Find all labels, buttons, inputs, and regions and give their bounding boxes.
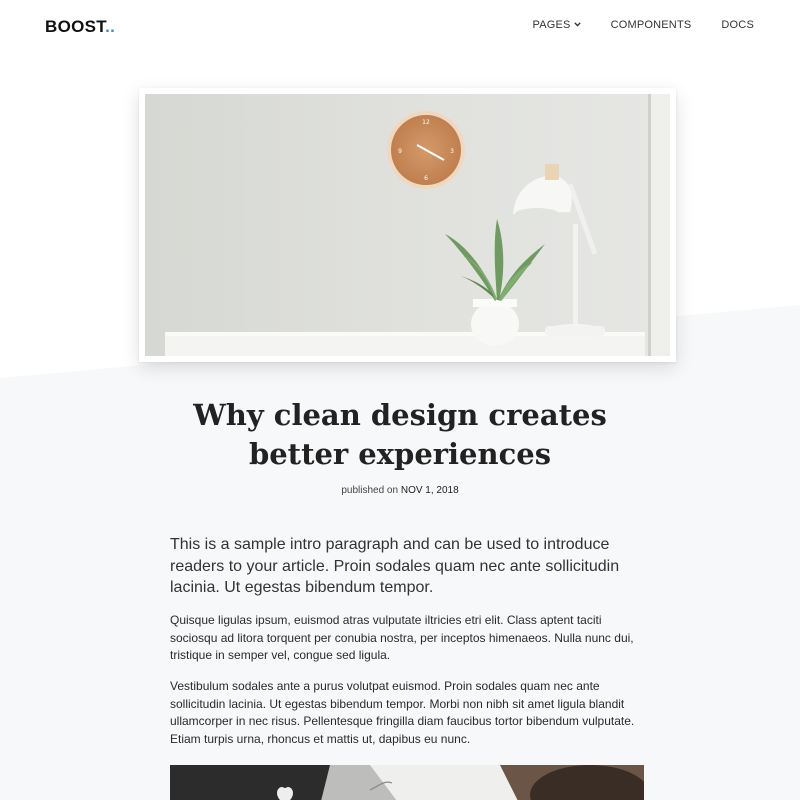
svg-text:3: 3 bbox=[450, 148, 454, 155]
brand-text: BOOST bbox=[45, 17, 106, 36]
article-paragraph: Vestibulum sodales ante a purus volutpat… bbox=[170, 679, 635, 746]
svg-text:9: 9 bbox=[398, 148, 402, 155]
meta-prefix: published on bbox=[341, 485, 399, 496]
svg-text:6: 6 bbox=[424, 175, 428, 182]
svg-text:12: 12 bbox=[422, 119, 430, 126]
chevron-down-icon bbox=[573, 21, 581, 29]
brand-logo[interactable]: BOOST.. bbox=[45, 17, 115, 37]
article-photo-laptop bbox=[170, 765, 644, 800]
article-paragraph: Quisque ligulas ipsum, euismod atras vul… bbox=[170, 613, 634, 662]
hero-photo: 12 3 6 9 bbox=[145, 94, 670, 356]
nav-link-docs[interactable]: DOCS bbox=[721, 19, 754, 31]
article-intro: This is a sample intro paragraph and can… bbox=[170, 536, 620, 596]
top-navbar: BOOST.. PAGES COMPONENTS DOCS bbox=[0, 0, 800, 56]
meta-date: NOV 1, 2018 bbox=[400, 485, 459, 496]
apple-logo-icon bbox=[277, 787, 293, 800]
brand-dots: .. bbox=[105, 17, 116, 36]
article-meta: published on NOV 1, 2018 bbox=[0, 485, 800, 496]
nav-links: PAGES COMPONENTS DOCS bbox=[532, 19, 754, 31]
nav-link-components[interactable]: COMPONENTS bbox=[611, 19, 692, 31]
nav-link-pages-label: PAGES bbox=[532, 19, 571, 31]
article-title: Why clean design creates better experien… bbox=[193, 398, 607, 471]
nav-link-docs-label: DOCS bbox=[721, 19, 754, 31]
nav-link-components-label: COMPONENTS bbox=[610, 19, 692, 31]
hero-image-frame: 12 3 6 9 bbox=[139, 88, 676, 362]
nav-link-pages[interactable]: PAGES bbox=[532, 19, 581, 31]
